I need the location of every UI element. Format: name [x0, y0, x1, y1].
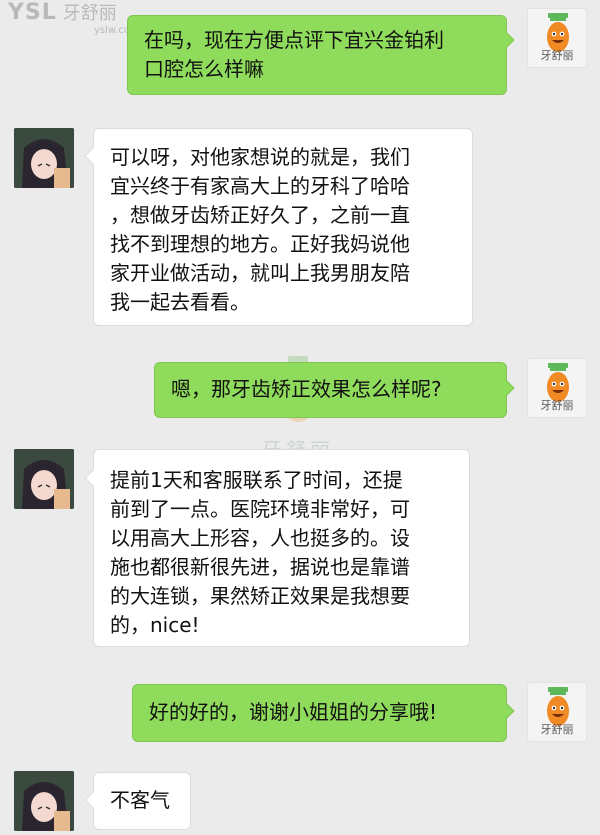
brand-avatar[interactable]: 牙舒丽: [527, 682, 587, 742]
watermark-logo: YSL 牙舒丽 yslw.com: [8, 0, 140, 36]
message-line: 在吗，现在方便点评下宜兴金铂利: [144, 28, 444, 52]
message-line: 前到了一点。医院环境非常好，可: [110, 497, 410, 521]
message-bubble-2[interactable]: 可以呀，对他家想说的就是，我们 宜兴终于有家高大上的牙科了哈哈 ，想做牙齿矫正好…: [93, 128, 473, 326]
message-line: ，想做牙齿矫正好久了，之前一直: [110, 203, 410, 227]
user-avatar[interactable]: [14, 771, 74, 831]
message-line: 的，nice!: [110, 613, 200, 637]
anime-girl-avatar-icon: [14, 128, 74, 188]
anime-girl-avatar-icon: [14, 449, 74, 509]
message-line: 施也都很新很先进，据说也是靠谱: [110, 555, 410, 579]
message-line: 宜兴终于有家高大上的牙科了哈哈: [110, 174, 410, 198]
message-line: 的大连锁，果然矫正效果是我想要: [110, 584, 410, 608]
message-line: 嗯，那牙齿矫正效果怎么样呢?: [171, 377, 442, 401]
message-line: 好的好的，谢谢小姐姐的分享哦!: [149, 700, 438, 724]
message-bubble-4[interactable]: 提前1天和客服联系了时间，还提 前到了一点。医院环境非常好，可 以用高大上形容，…: [93, 449, 470, 647]
message-line: 口腔怎么样嘛: [144, 57, 264, 81]
user-avatar[interactable]: [14, 128, 74, 188]
message-bubble-6[interactable]: 不客气: [93, 772, 191, 830]
brand-avatar-caption: 牙舒丽: [540, 49, 574, 62]
brand-avatar[interactable]: 牙舒丽: [527, 358, 587, 418]
brand-avatar[interactable]: 牙舒丽: [527, 8, 587, 68]
message-bubble-3[interactable]: 嗯，那牙齿矫正效果怎么样呢?: [154, 362, 507, 418]
message-line: 找不到理想的地方。正好我妈说他: [110, 232, 410, 256]
watermark-brand-cn: 牙舒丽: [62, 3, 117, 24]
anime-girl-avatar-icon: [14, 771, 74, 831]
brand-avatar-caption: 牙舒丽: [540, 399, 574, 412]
watermark-brand: YSL: [8, 0, 57, 25]
brand-avatar-caption: 牙舒丽: [540, 723, 574, 736]
message-line: 以用高大上形容，人也挺多的。设: [110, 526, 410, 550]
message-bubble-1[interactable]: 在吗，现在方便点评下宜兴金铂利 口腔怎么样嘛: [127, 15, 507, 95]
message-line: 不客气: [110, 788, 170, 812]
message-line: 可以呀，对他家想说的就是，我们: [110, 145, 410, 169]
message-line: 提前1天和客服联系了时间，还提: [110, 468, 403, 492]
message-line: 家开业做活动，就叫上我男朋友陪: [110, 261, 410, 285]
user-avatar[interactable]: [14, 449, 74, 509]
message-line: 我一起去看看。: [110, 290, 250, 314]
message-bubble-5[interactable]: 好的好的，谢谢小姐姐的分享哦!: [132, 684, 507, 742]
